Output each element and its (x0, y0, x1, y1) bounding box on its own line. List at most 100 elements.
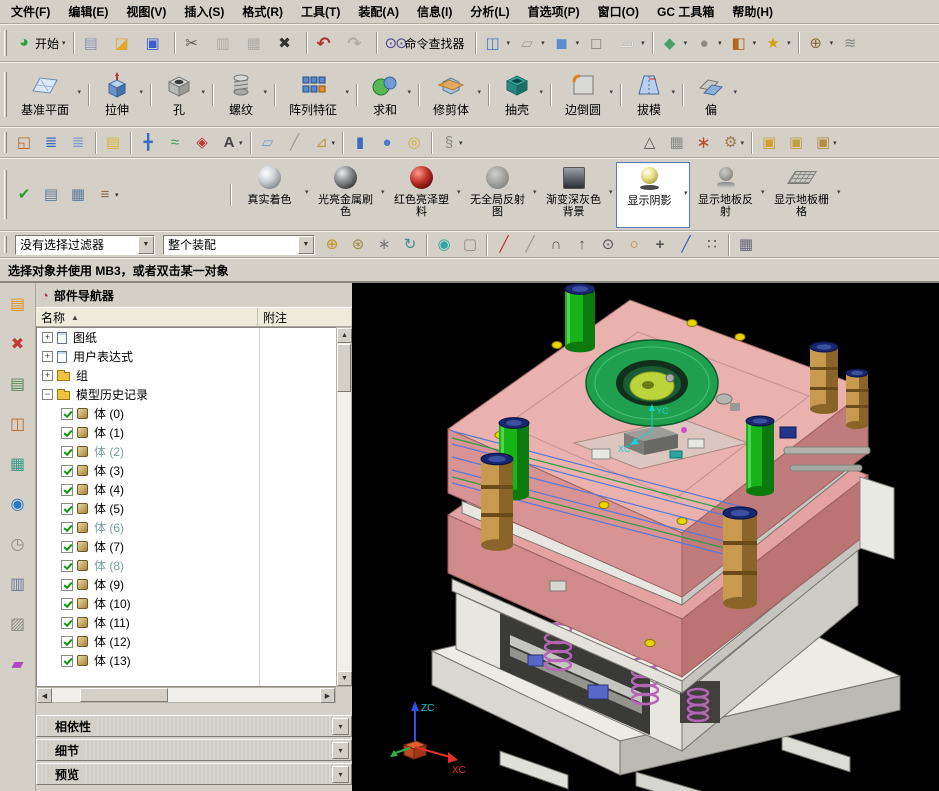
horizontal-scrollbar[interactable]: ◀ ▶ (36, 687, 336, 703)
gradient-background-button[interactable]: 渐变深灰色背景 ▾ (540, 162, 614, 228)
checkbox[interactable] (61, 483, 73, 496)
tree-item-body[interactable]: 体 (8) (37, 556, 336, 575)
move-rotate-button[interactable]: ⊕ ▾ (804, 30, 837, 56)
menu-information[interactable]: 信息(I) (408, 0, 461, 23)
tree-item-body[interactable]: 体 (2) (37, 442, 336, 461)
show-floor-reflection-button[interactable]: 显示地板反射 ▾ (692, 162, 766, 228)
checkbox[interactable] (61, 540, 73, 553)
dropdown-arrow-icon[interactable]: ▾ (609, 188, 613, 196)
checkbox[interactable] (61, 407, 73, 420)
expand-toggle[interactable]: − (42, 389, 53, 400)
helix-button[interactable]: § ▾ (437, 130, 466, 156)
pattern-feature-button[interactable]: 阵列特征 ▾ (281, 66, 351, 124)
selection-scope-combo[interactable]: 整个装配 ▼ (163, 234, 315, 255)
datum-csys-button[interactable]: ⊿ ▾ (310, 130, 339, 156)
edge-blend-button[interactable]: 边倒圆 ▾ (557, 66, 615, 124)
scroll-left-button[interactable]: ◀ (37, 688, 52, 703)
menu-file[interactable]: 文件(F) (2, 0, 59, 23)
cut-button[interactable]: ✂ (180, 30, 209, 56)
point-on-face-snap-button[interactable]: ∷ (700, 232, 724, 257)
dropdown-arrow-icon[interactable]: ▾ (610, 88, 614, 96)
selection-filter-combo[interactable]: 没有选择过滤器 ▼ (15, 234, 155, 255)
fit-check-button[interactable]: ✔ (12, 182, 37, 208)
grid-surface-button[interactable]: ▦ (665, 130, 690, 156)
paste-button[interactable]: ▦ (242, 30, 271, 56)
menu-analysis[interactable]: 分析(L) (461, 0, 518, 23)
visible-layers-button[interactable]: ≣ (66, 130, 91, 156)
no-global-reflection-button[interactable]: 无全局反射图 ▾ (464, 162, 538, 228)
trim-body-button[interactable]: 修剪体 ▾ (425, 66, 483, 124)
datum-plane-small-button[interactable]: ▱ (256, 130, 281, 156)
guide-pillar-green[interactable] (564, 283, 596, 353)
combo-arrow-icon[interactable]: ▼ (138, 235, 154, 254)
panel-dependencies[interactable]: 相依性 ▾ (36, 715, 352, 737)
stamp-button[interactable]: ◈ (190, 130, 215, 156)
move-component-button[interactable]: ▣ (784, 130, 809, 156)
pattern-geometry-button[interactable]: ∗ (692, 130, 717, 156)
panel-preview[interactable]: 预览 ▾ (36, 763, 352, 785)
redo-button[interactable]: ↷ (343, 30, 372, 56)
dropdown-arrow-icon[interactable]: ▾ (264, 88, 268, 96)
part-family-table-button[interactable]: ▤ (39, 182, 64, 208)
facet-body-button[interactable]: △ (638, 130, 663, 156)
assembly-sequence-button[interactable]: ▣ ▾ (811, 130, 840, 156)
chevron-down-icon[interactable]: ▾ (332, 765, 349, 783)
scrollbar-track[interactable] (52, 688, 320, 702)
checkbox[interactable] (61, 616, 73, 629)
roles-tab[interactable]: ▰ (4, 651, 32, 677)
chevron-down-icon[interactable]: ▾ (332, 717, 349, 735)
tree-item-body[interactable]: 体 (0) (37, 404, 336, 423)
offset-face-button[interactable]: 偏 ▾ (689, 66, 739, 124)
show-floor-grid-button[interactable]: 显示地板栅格 ▾ (768, 162, 842, 228)
checkbox[interactable] (61, 464, 73, 477)
dropdown-arrow-icon[interactable]: ▾ (78, 88, 82, 96)
menu-window[interactable]: 窗口(O) (589, 0, 648, 23)
refresh-selection-button[interactable]: ↻ (398, 232, 422, 257)
dropdown-arrow-icon[interactable]: ▾ (672, 88, 676, 96)
gear-pair-button[interactable]: ⚙ ▾ (719, 130, 748, 156)
menu-insert[interactable]: 插入(S) (175, 0, 233, 23)
torus-tool-button[interactable]: ◎ (402, 130, 427, 156)
tree-item-body[interactable]: 体 (3) (37, 461, 336, 480)
assembly-navigator-tab[interactable]: ▤ (4, 291, 32, 317)
guide-bushing-brass[interactable] (845, 368, 869, 429)
checkbox[interactable] (61, 597, 73, 610)
point-on-curve-snap-button[interactable]: ╱ (674, 232, 698, 257)
menu-gc-toolbox[interactable]: GC 工具箱 (648, 0, 723, 23)
selection-box-button[interactable]: ▢ (458, 232, 482, 257)
thread-button[interactable]: 螺纹 ▾ (219, 66, 269, 124)
process-studio-tab[interactable]: ▨ (4, 611, 32, 637)
hd3d-tool-tab[interactable]: ▦ (4, 451, 32, 477)
tree-item-body[interactable]: 体 (5) (37, 499, 336, 518)
expand-toggle[interactable]: + (42, 370, 53, 381)
tree-item-model-history[interactable]: − 模型历史记录 (37, 385, 336, 404)
measure-button[interactable]: ≋ (838, 30, 867, 56)
midpoint-snap-button[interactable]: ╱ (518, 232, 542, 257)
sphere-tool-button[interactable]: ● (375, 130, 400, 156)
view-orientation-button[interactable]: ◱ (12, 130, 37, 156)
system-materials-tab[interactable]: ▥ (4, 571, 32, 597)
checkbox[interactable] (61, 502, 73, 515)
menu-tools[interactable]: 工具(T) (292, 0, 349, 23)
spline-button[interactable]: ≈ (163, 130, 188, 156)
dropdown-arrow-icon[interactable]: ▾ (140, 88, 144, 96)
dropdown-arrow-icon[interactable]: ▾ (837, 188, 841, 196)
constraint-navigator-tab[interactable]: ✖ (4, 331, 32, 357)
tree-item-body[interactable]: 体 (11) (37, 613, 336, 632)
toolbar-grip[interactable] (4, 132, 7, 153)
center-point-snap-button[interactable]: ⊙ (596, 232, 620, 257)
toolbar-grip[interactable] (4, 169, 7, 220)
chevron-down-icon[interactable]: ▾ (332, 741, 349, 759)
guide-bushing-brass[interactable] (480, 452, 514, 551)
endpoint-snap-button[interactable]: ╱ (492, 232, 516, 257)
dropdown-arrow-icon[interactable]: ▾ (540, 88, 544, 96)
shaded-cube-button[interactable]: ◼ ▾ (550, 30, 583, 56)
scrollbar-thumb[interactable] (337, 344, 351, 392)
unite-button[interactable]: 求和 ▾ (363, 66, 413, 124)
datum-axis-button[interactable]: ╱ (283, 130, 308, 156)
dropdown-arrow-icon[interactable]: ▾ (305, 188, 309, 196)
red-glossy-plastic-button[interactable]: 红色亮泽塑料 ▾ (388, 162, 462, 228)
layer-settings-button[interactable]: ≣ (39, 130, 64, 156)
menu-format[interactable]: 格式(R) (233, 0, 292, 23)
cylinder-tool-button[interactable]: ▮ (348, 130, 373, 156)
